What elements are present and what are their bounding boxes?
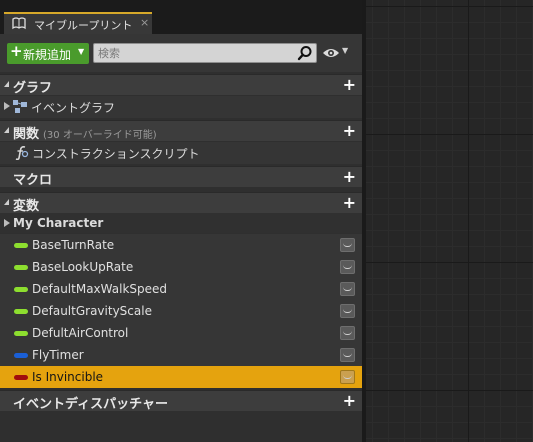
event-graph-label: イベントグラフ xyxy=(31,101,116,115)
search-box xyxy=(93,43,317,63)
expanded-arrow-icon xyxy=(4,127,9,133)
variable-type-pill-icon xyxy=(14,287,28,292)
event-graph-icon xyxy=(13,100,27,113)
category-macros[interactable]: マクロ + xyxy=(0,166,362,188)
variable-type-pill-icon xyxy=(14,243,28,248)
collapsed-arrow-icon xyxy=(4,219,10,227)
expanded-arrow-icon xyxy=(4,81,9,87)
variable-name: DefultAirControl xyxy=(32,326,129,340)
functions-title: 関数 xyxy=(13,127,40,142)
category-title: 関数 (30 オーバーライド可能) xyxy=(13,123,157,142)
variable-name: DefaultMaxWalkSpeed xyxy=(32,282,168,296)
book-icon xyxy=(12,17,26,30)
variable-row[interactable]: DefaultGravityScale xyxy=(0,300,362,322)
function-icon xyxy=(15,146,29,160)
variable-type-pill-icon xyxy=(14,353,28,358)
event-dispatchers-title: イベントディスパッチャー xyxy=(13,397,168,412)
variable-name: BaseTurnRate xyxy=(32,238,115,252)
variable-type-pill-icon xyxy=(14,331,28,336)
category-functions[interactable]: 関数 (30 オーバーライド可能) + xyxy=(0,120,362,142)
visibility-toggle-icon[interactable] xyxy=(340,304,355,318)
variable-row[interactable]: BaseTurnRate xyxy=(0,234,362,256)
search-input[interactable] xyxy=(96,44,295,62)
variable-row[interactable]: DefaultMaxWalkSpeed xyxy=(0,278,362,300)
visibility-toggle-icon[interactable] xyxy=(340,282,355,296)
eye-icon[interactable] xyxy=(322,47,340,59)
visibility-toggle-icon[interactable] xyxy=(340,370,355,384)
category-graphs[interactable]: グラフ + xyxy=(0,74,362,96)
graph-editor-canvas[interactable] xyxy=(362,0,533,442)
variable-type-pill-icon xyxy=(14,309,28,314)
category-variables[interactable]: 変数 + xyxy=(0,192,362,214)
macros-title: マクロ xyxy=(13,173,53,188)
search-icon[interactable] xyxy=(297,45,313,61)
add-graph-button[interactable]: + xyxy=(343,77,356,93)
visibility-toggle-icon[interactable] xyxy=(340,260,355,274)
variable-name: Is Invincible xyxy=(32,370,104,384)
add-variable-button[interactable]: + xyxy=(343,195,356,211)
visibility-toggle-icon[interactable] xyxy=(340,238,355,252)
visibility-toggle-icon[interactable] xyxy=(340,348,355,362)
add-event-dispatcher-button[interactable]: + xyxy=(343,393,356,409)
overridable-count: (30 オーバーライド可能) xyxy=(43,130,157,141)
variable-row[interactable]: Is Invincible xyxy=(0,366,362,388)
view-options-chevron-icon[interactable]: ▼ xyxy=(342,46,348,55)
variable-name: BaseLookUpRate xyxy=(32,260,134,274)
close-tab-icon[interactable]: × xyxy=(140,16,149,29)
category-title: グラフ xyxy=(13,81,53,96)
add-new-button[interactable]: + 新規追加 ▼ xyxy=(7,42,89,64)
variable-group-my-character[interactable]: My Character xyxy=(0,213,362,233)
add-macro-button[interactable]: + xyxy=(343,169,356,185)
list-item-event-graph[interactable]: イベントグラフ xyxy=(0,96,362,118)
collapsed-arrow-icon xyxy=(4,102,10,110)
variable-type-pill-icon xyxy=(14,375,28,380)
variable-row[interactable]: BaseLookUpRate xyxy=(0,256,362,278)
variable-row[interactable]: DefultAirControl xyxy=(0,322,362,344)
my-blueprint-panel: マイブループリント × + 新規追加 ▼ ▼ グラフ + xyxy=(0,0,362,442)
expanded-arrow-icon xyxy=(4,199,9,205)
variables-title: 変数 xyxy=(13,199,40,214)
add-function-button[interactable]: + xyxy=(343,123,356,139)
list-item-construction-script[interactable]: コンストラクションスクリプト xyxy=(0,142,362,164)
tab-title: マイブループリント xyxy=(34,19,133,32)
variable-name: DefaultGravityScale xyxy=(32,304,152,318)
visibility-toggle-icon[interactable] xyxy=(340,326,355,340)
plus-icon: + xyxy=(10,42,23,60)
tab-strip: マイブループリント × xyxy=(0,0,362,34)
construction-script-label: コンストラクションスクリプト xyxy=(32,147,200,161)
tab-my-blueprint[interactable]: マイブループリント × xyxy=(4,12,152,34)
chevron-down-icon: ▼ xyxy=(78,47,85,56)
toolbar: + 新規追加 ▼ ▼ xyxy=(0,34,362,72)
group-label: My Character xyxy=(13,216,104,230)
variable-row[interactable]: FlyTimer xyxy=(0,344,362,366)
variable-name: FlyTimer xyxy=(32,348,84,362)
variable-type-pill-icon xyxy=(14,265,28,270)
category-event-dispatchers[interactable]: イベントディスパッチャー + xyxy=(0,390,362,412)
add-new-label: 新規追加 xyxy=(23,48,72,62)
